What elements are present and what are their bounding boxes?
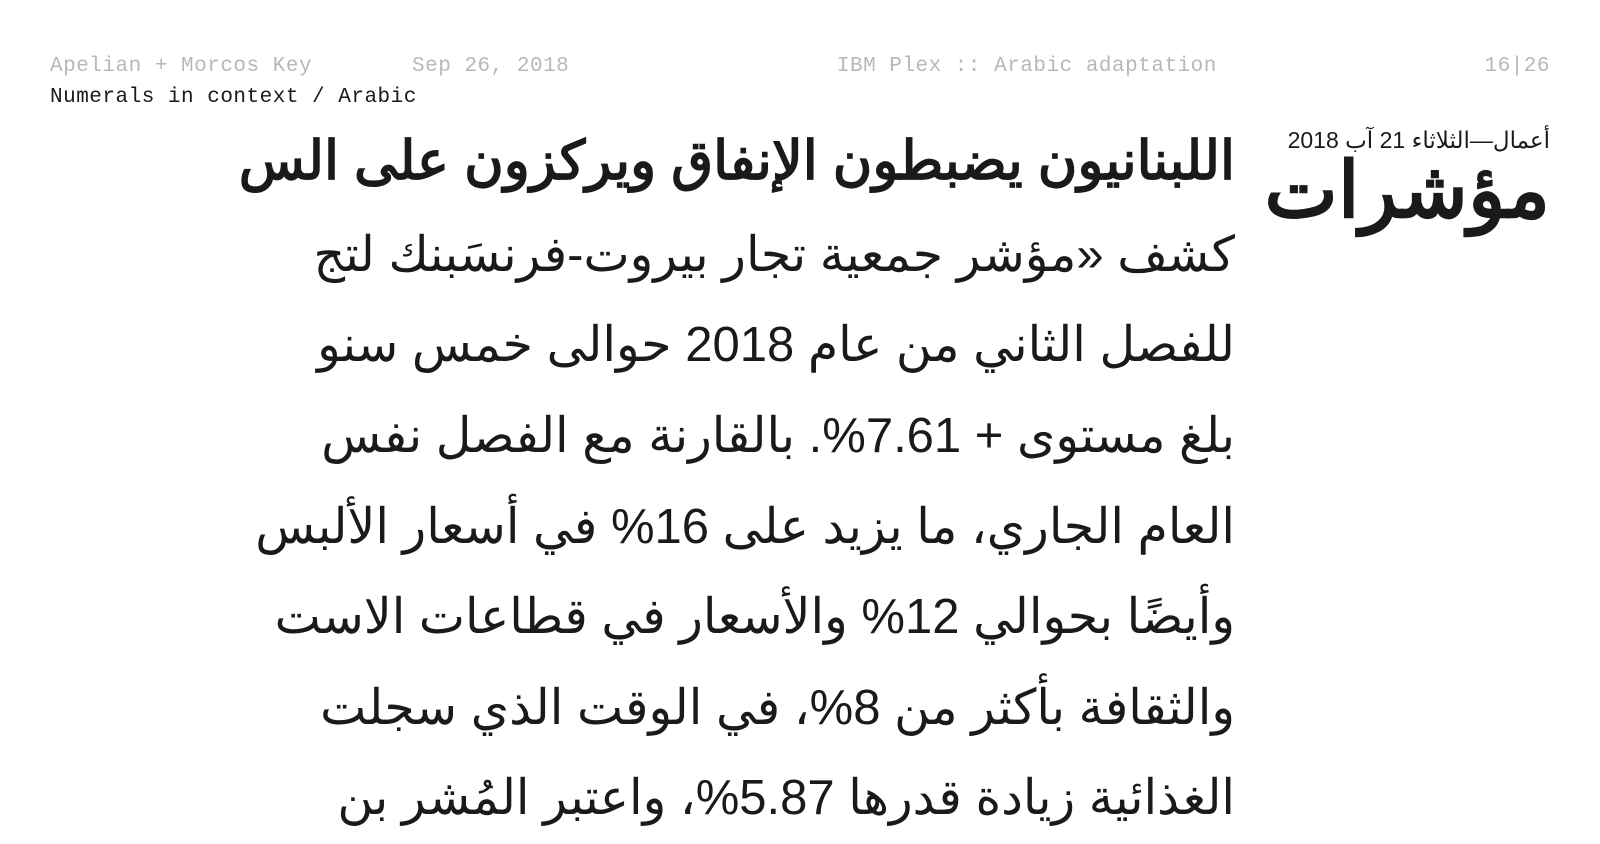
- page-header: Apelian + Morcos Key Sep 26, 2018 IBM Pl…: [0, 0, 1600, 78]
- date-label: Sep 26, 2018: [412, 55, 569, 78]
- body-line: للفصل الثاني من عام 2018 حوالى خمس سنو: [0, 300, 1235, 391]
- project-label: IBM Plex :: Arabic adaptation: [837, 55, 1217, 78]
- main-text: اللبنانيون يضبطون الإنفاق ويركزون على ال…: [0, 124, 1235, 844]
- body-line: بلغ مستوى + 7.61%. بالقارنة مع الفصل نفس: [0, 391, 1235, 482]
- article-body: كشف «مؤشر جمعية تجار بيروت-فرنسَبنك لتج …: [0, 210, 1235, 844]
- body-line: الغذائية زيادة قدرها 5.87%، واعتبر المُش…: [0, 753, 1235, 844]
- page-number: 16|26: [1484, 55, 1550, 78]
- page-subtitle: Numerals in context / Arabic: [0, 78, 1600, 109]
- body-line: وأيضًا بحوالي 12% والأسعار في قطاعات الا…: [0, 572, 1235, 663]
- content-area: أعمال—الثلاثاء 21 آب 2018 مؤشرات اللبنان…: [0, 124, 1600, 844]
- author-label: Apelian + Morcos Key: [50, 55, 312, 78]
- sidebar: أعمال—الثلاثاء 21 آب 2018 مؤشرات: [1235, 124, 1600, 844]
- body-line: والثقافة بأكثر من 8%، في الوقت الذي سجلت: [0, 663, 1235, 754]
- sidebar-label: مؤشرات: [1235, 151, 1550, 229]
- article-headline: اللبنانيون يضبطون الإنفاق ويركزون على ال…: [0, 124, 1235, 200]
- body-line: كشف «مؤشر جمعية تجار بيروت-فرنسَبنك لتج: [0, 210, 1235, 301]
- header-left: Apelian + Morcos Key Sep 26, 2018: [50, 55, 569, 78]
- body-line: العام الجاري، ما يزيد على 16% في أسعار ا…: [0, 482, 1235, 573]
